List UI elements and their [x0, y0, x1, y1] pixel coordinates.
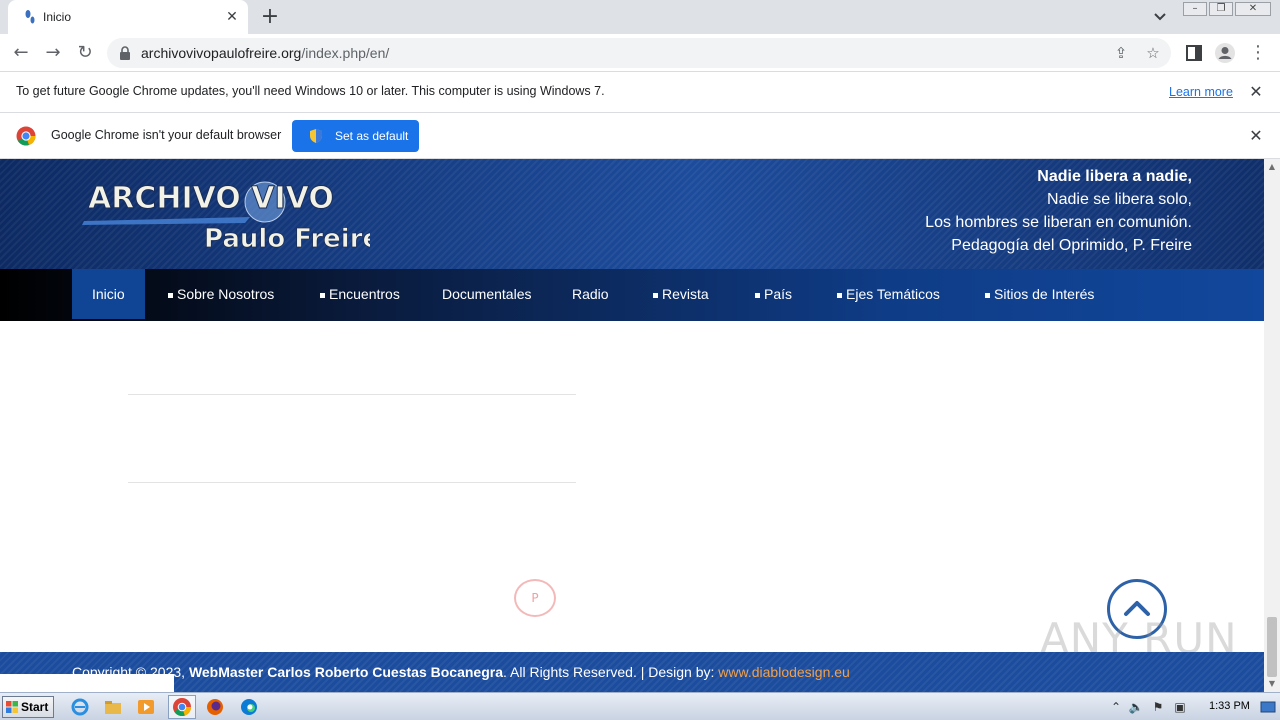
bullet-icon [837, 292, 842, 298]
url-text: archivovivopaulofreire.org/index.php/en/ [141, 45, 390, 61]
scroll-down-icon[interactable]: ▼ [1268, 680, 1276, 688]
edge-icon[interactable] [239, 697, 259, 717]
content-divider [128, 482, 576, 483]
nav-pais[interactable]: País [735, 269, 812, 319]
nav-radio[interactable]: Radio [552, 269, 629, 319]
nav-sitios-de-interes[interactable]: Sitios de Interés [965, 269, 1114, 319]
freire-quote: Nadie libera a nadie, Nadie se libera so… [925, 165, 1192, 257]
quote-line-4: Pedagogía del Oprimido, P. Freire [951, 237, 1192, 254]
restore-button[interactable]: ❐ [1209, 2, 1233, 16]
default-browser-message: Google Chrome isn't your default browser [51, 128, 282, 142]
tab-strip: Inicio ✕ + – ❐ ✕ [0, 0, 1280, 34]
quote-line-2: Nadie se libera solo, [1047, 191, 1192, 208]
pinterest-button[interactable]: P [514, 579, 556, 617]
pin-label: P [531, 591, 539, 605]
windows-taskbar: Start ⌃ 🔈 ⚑ ▣ 1:33 PM [0, 692, 1280, 720]
tray-expand-icon[interactable]: ⌃ [1108, 699, 1124, 715]
bullet-icon [755, 292, 760, 298]
volume-icon[interactable]: 🔈 [1128, 699, 1144, 715]
nav-inicio[interactable]: Inicio [72, 269, 145, 319]
minimize-button[interactable]: – [1183, 2, 1207, 16]
browser-toolbar: ← → ↻ archivovivopaulofreire.org/index.p… [0, 34, 1280, 72]
taskbar-clock[interactable]: 1:33 PM [1209, 700, 1250, 712]
address-bar[interactable]: archivovivopaulofreire.org/index.php/en/… [107, 38, 1171, 68]
back-button[interactable]: ← [10, 42, 32, 64]
update-infobar: To get future Google Chrome updates, you… [0, 72, 1280, 113]
nav-encuentros[interactable]: Encuentros [300, 269, 420, 319]
quote-line-3: Los hombres se liberan en comunión. [925, 214, 1192, 231]
footer-text: Copyright © 2023, WebMaster Carlos Rober… [72, 664, 850, 680]
archivo-vivo-logo[interactable]: ARCHIVO VIVO Paulo Freire [80, 175, 370, 255]
nav-revista[interactable]: Revista [633, 269, 729, 319]
side-panel-icon[interactable] [1183, 42, 1205, 64]
menu-icon[interactable]: ⋮ [1247, 42, 1269, 64]
nav-ejes-tematicos[interactable]: Ejes Temáticos [817, 269, 960, 319]
page-viewport: ARCHIVO VIVO Paulo Freire Nadie libera a… [0, 159, 1264, 692]
site-footer: Copyright © 2023, WebMaster Carlos Rober… [0, 652, 1264, 692]
reload-button[interactable]: ↻ [74, 42, 96, 64]
nav-sobre-nosotros[interactable]: Sobre Nosotros [148, 269, 294, 319]
set-as-default-label: Set as default [335, 129, 409, 143]
scroll-up-icon[interactable]: ▲ [1268, 163, 1276, 171]
chrome-taskbar-icon[interactable] [172, 697, 192, 717]
share-icon[interactable]: ⇪ [1112, 44, 1130, 62]
media-player-icon[interactable] [136, 697, 156, 717]
designer-link[interactable]: www.diablodesign.eu [718, 664, 850, 680]
lock-icon [120, 46, 130, 60]
new-tab-button[interactable]: + [258, 6, 282, 28]
network-icon[interactable]: ▣ [1172, 699, 1188, 715]
action-center-flag-icon[interactable]: ⚑ [1150, 699, 1166, 715]
nav-documentales[interactable]: Documentales [422, 269, 552, 319]
learn-more-link[interactable]: Learn more [1169, 85, 1233, 99]
chrome-logo-icon [16, 126, 36, 146]
show-desktop-icon[interactable] [1260, 699, 1276, 715]
main-nav: Inicio Sobre Nosotros Encuentros Documen… [0, 269, 1264, 321]
quote-line-1: Nadie libera a nadie, [1037, 168, 1192, 185]
site-header: ARCHIVO VIVO Paulo Freire Nadie libera a… [0, 159, 1264, 269]
default-browser-infobar: Google Chrome isn't your default browser… [0, 113, 1280, 159]
status-overlay [0, 674, 174, 692]
internet-explorer-icon[interactable] [70, 697, 90, 717]
windows-flag-icon [6, 701, 18, 713]
system-tray: ⌃ 🔈 ⚑ ▣ 1:33 PM [1104, 696, 1280, 718]
profile-icon[interactable] [1214, 42, 1236, 64]
bullet-icon [985, 292, 990, 298]
star-icon[interactable]: ☆ [1144, 44, 1162, 62]
close-default-bar-icon[interactable]: ✕ [1248, 128, 1264, 144]
tab-inicio[interactable]: Inicio ✕ [8, 0, 248, 34]
update-message: To get future Google Chrome updates, you… [16, 84, 605, 98]
close-update-bar-icon[interactable]: ✕ [1248, 84, 1264, 100]
bullet-icon [320, 292, 325, 298]
set-as-default-button[interactable]: Set as default [292, 120, 419, 152]
file-explorer-icon[interactable] [103, 697, 123, 717]
close-tab-icon[interactable]: ✕ [224, 9, 240, 25]
svg-text:Paulo Freire: Paulo Freire [204, 224, 370, 254]
close-window-button[interactable]: ✕ [1235, 2, 1271, 16]
bullet-icon [168, 292, 173, 298]
firefox-icon[interactable] [205, 697, 225, 717]
svg-text:ARCHIVO VIVO: ARCHIVO VIVO [88, 181, 334, 216]
forward-button[interactable]: → [42, 42, 64, 64]
page-scrollbar[interactable]: ▲ ▼ [1264, 159, 1280, 692]
start-button[interactable]: Start [2, 696, 54, 718]
tab-title: Inicio [43, 10, 72, 24]
shield-icon [310, 129, 322, 143]
footprint-icon [25, 10, 35, 24]
bullet-icon [653, 292, 658, 298]
content-divider [128, 394, 576, 395]
chevron-down-icon[interactable] [1150, 8, 1170, 26]
scroll-thumb[interactable] [1267, 617, 1277, 677]
